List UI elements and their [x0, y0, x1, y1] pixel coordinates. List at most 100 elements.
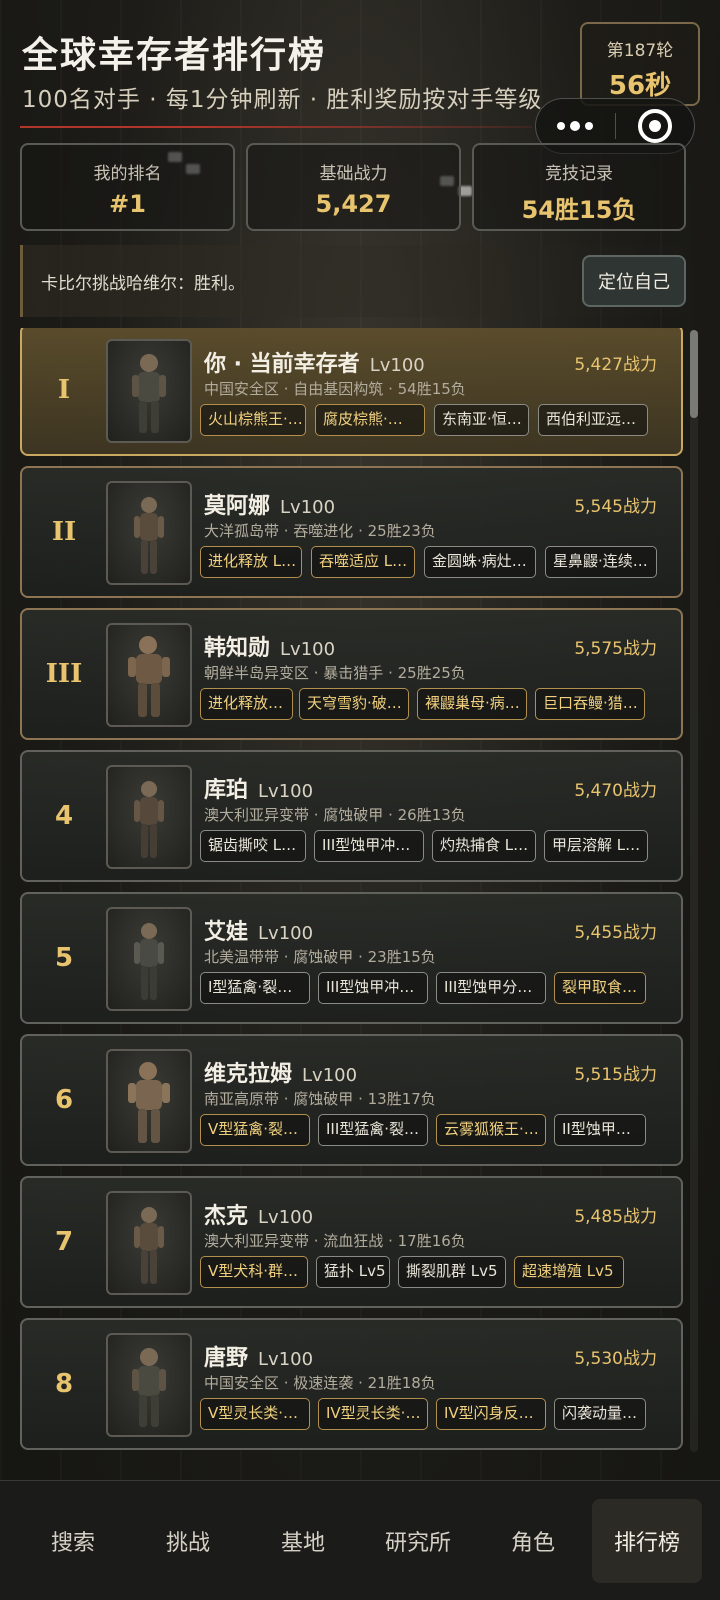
nav-character[interactable]: 角色	[478, 1499, 588, 1583]
player-info: 大洋孤岛带 · 吞噬进化 · 25胜23负	[204, 522, 436, 540]
player-level: Lv100	[258, 781, 314, 802]
skill-chip[interactable]: IV型灵长类·…	[318, 1398, 428, 1430]
nav-base[interactable]: 基地	[248, 1499, 358, 1583]
battle-log-text: 卡比尔挑战哈维尔：胜利。	[41, 274, 245, 294]
skill-chips: V型犬科·群… 猛扑 Lv5 撕裂肌群 Lv5 超速增殖 Lv5	[200, 1256, 660, 1290]
player-info: 北美温带带 · 腐蚀破甲 · 23胜15负	[204, 948, 436, 966]
skill-chip[interactable]: 金圆蛛·病灶…	[424, 546, 536, 578]
leaderboard-row[interactable]: 8 唐野 Lv100 5,530战力 中国安全区 · 极速连袭 · 21胜18负 …	[20, 1318, 683, 1450]
player-power: 5,455战力	[574, 923, 657, 943]
skill-chip[interactable]: 天穹雪豹·破…	[299, 688, 409, 720]
skill-chip[interactable]: I型猛禽·裂…	[200, 972, 310, 1004]
leaderboard-row-current[interactable]: I 你 · 当前幸存者 Lv100 5,427战力 中国安全区 · 自由基因构筑 …	[20, 328, 683, 456]
skill-chips: I型猛禽·裂… III型蚀甲冲… III型蚀甲分… 裂甲取食…	[200, 972, 660, 1006]
leaderboard-row[interactable]: III 韩知勋 Lv100 5,575战力 朝鲜半岛异变区 · 暴击猎手 · 25…	[20, 608, 683, 740]
bottom-nav: 搜索 挑战 基地 研究所 角色 排行榜	[0, 1480, 720, 1600]
skill-chip[interactable]: V型灵长类·…	[200, 1398, 310, 1430]
stat-base-power: 基础战力 5,427	[246, 143, 461, 231]
portrait-figure-icon	[134, 497, 164, 574]
skill-chip[interactable]: IV型闪身反…	[436, 1398, 546, 1430]
portrait-figure-icon	[132, 1348, 166, 1427]
skill-chip[interactable]: 裂甲取食…	[554, 972, 646, 1004]
player-info: 朝鲜半岛异变区 · 暴击猎手 · 25胜25负	[204, 664, 466, 682]
skill-chip[interactable]: III型蚀甲冲…	[314, 830, 424, 862]
leaderboard-row[interactable]: 7 杰克 Lv100 5,485战力 澳大利亚异变带 · 流血狂战 · 17胜16…	[20, 1176, 683, 1308]
skill-chip[interactable]: V型猛禽·裂…	[200, 1114, 310, 1146]
skill-chip[interactable]: III型蚀甲分…	[436, 972, 546, 1004]
player-level: Lv100	[369, 355, 425, 376]
nav-leaderboard[interactable]: 排行榜	[592, 1499, 702, 1583]
rank-number: 4	[54, 801, 74, 831]
portrait-figure-icon	[134, 923, 164, 1000]
page-title: 全球幸存者排行榜	[22, 35, 327, 76]
leaderboard-row[interactable]: II 莫阿娜 Lv100 5,545战力 大洋孤岛带 · 吞噬进化 · 25胜23…	[20, 466, 683, 598]
skill-chips: 锯齿撕咬 L… III型蚀甲冲… 灼热捕食 L… 甲层溶解 L…	[200, 830, 660, 864]
skill-chip[interactable]: 超速增殖 Lv5	[514, 1256, 624, 1288]
player-level: Lv100	[280, 639, 336, 660]
skill-chip[interactable]: 甲层溶解 L…	[544, 830, 648, 862]
leaderboard-row[interactable]: 5 艾娃 Lv100 5,455战力 北美温带带 · 腐蚀破甲 · 23胜15负 …	[20, 892, 683, 1024]
rank-number: I	[57, 375, 71, 405]
skill-chip[interactable]: 锯齿撕咬 L…	[200, 830, 306, 862]
leaderboard-list[interactable]: I 你 · 当前幸存者 Lv100 5,427战力 中国安全区 · 自由基因构筑 …	[0, 328, 720, 1454]
nav-search[interactable]: 搜索	[18, 1499, 128, 1583]
player-name-text: 韩知勋	[204, 636, 271, 661]
skill-chip[interactable]: 进化释放…	[200, 688, 293, 720]
skill-chip[interactable]: 火山棕熊王·…	[200, 404, 306, 436]
player-info: 中国安全区 · 自由基因构筑 · 54胜15负	[204, 380, 466, 398]
player-level: Lv100	[258, 1349, 314, 1370]
stat-value: #1	[109, 190, 146, 218]
player-portrait	[106, 765, 192, 869]
player-name-text: 库珀	[204, 778, 249, 803]
player-name: 维克拉姆 Lv100	[204, 1056, 357, 1088]
skill-chip[interactable]: 灼热捕食 L…	[432, 830, 536, 862]
skill-chip[interactable]: V型犬科·群…	[200, 1256, 308, 1288]
nav-challenge[interactable]: 挑战	[133, 1499, 243, 1583]
nav-research[interactable]: 研究所	[363, 1499, 473, 1583]
rank-number: 5	[54, 943, 74, 973]
skill-chip[interactable]: 东南亚·恒…	[434, 404, 529, 436]
player-power: 5,485战力	[574, 1207, 657, 1227]
stat-label: 基础战力	[319, 164, 388, 184]
player-name: 艾娃 Lv100	[204, 914, 313, 946]
skill-chip[interactable]: 云雾狐猴王·…	[436, 1114, 546, 1146]
player-name: 你 · 当前幸存者 Lv100	[204, 346, 425, 378]
player-portrait	[106, 481, 192, 585]
player-name-text: 维克拉姆	[204, 1062, 293, 1087]
skill-chip[interactable]: 巨口吞鳗·猎…	[535, 688, 645, 720]
leaderboard-row[interactable]: 6 维克拉姆 Lv100 5,515战力 南亚高原带 · 腐蚀破甲 · 13胜17…	[20, 1034, 683, 1166]
skill-chip[interactable]: 进化释放 L…	[200, 546, 302, 578]
skill-chip[interactable]: 星鼻鼹·连续…	[545, 546, 657, 578]
list-scrollbar[interactable]	[690, 330, 698, 1452]
skill-chip[interactable]: III型猛禽·裂…	[318, 1114, 428, 1146]
skill-chip[interactable]: 裸鼹巢母·病…	[417, 688, 527, 720]
skill-chip[interactable]: 猛扑 Lv5	[316, 1256, 390, 1288]
skill-chip[interactable]: II型蚀甲…	[554, 1114, 646, 1146]
skill-chip[interactable]: 吞噬适应 L…	[311, 546, 415, 578]
player-name-text: 艾娃	[204, 920, 249, 945]
player-power: 5,575战力	[574, 639, 657, 659]
leaderboard-row[interactable]: 4 库珀 Lv100 5,470战力 澳大利亚异变带 · 腐蚀破甲 · 26胜13…	[20, 750, 683, 882]
skill-chip[interactable]: 闪袭动量…	[554, 1398, 646, 1430]
player-portrait	[106, 1191, 192, 1295]
list-scrollbar-thumb[interactable]	[690, 330, 698, 418]
player-level: Lv100	[258, 1207, 314, 1228]
player-power: 5,427战力	[574, 355, 657, 375]
player-portrait	[106, 907, 192, 1011]
locate-self-button[interactable]: 定位自己	[582, 255, 686, 307]
skill-chips: V型灵长类·… IV型灵长类·… IV型闪身反… 闪袭动量…	[200, 1398, 660, 1432]
portrait-figure-icon	[128, 1062, 170, 1143]
rank-number: III	[45, 659, 83, 689]
player-portrait	[106, 1049, 192, 1153]
player-name: 莫阿娜 Lv100	[204, 488, 335, 520]
player-name: 杰克 Lv100	[204, 1198, 313, 1230]
player-name: 库珀 Lv100	[204, 772, 313, 804]
skill-chip[interactable]: 腐皮棕熊·…	[315, 404, 425, 436]
stat-label: 我的排名	[93, 164, 162, 184]
player-portrait	[106, 1333, 192, 1437]
skill-chip[interactable]: 撕裂肌群 Lv5	[398, 1256, 506, 1288]
skill-chip[interactable]: III型蚀甲冲…	[318, 972, 428, 1004]
skill-chips: V型猛禽·裂… III型猛禽·裂… 云雾狐猴王·… II型蚀甲…	[200, 1114, 660, 1148]
stat-arena-record: 竞技记录 54胜15负	[472, 143, 686, 231]
skill-chip[interactable]: 西伯利亚远…	[538, 404, 648, 436]
